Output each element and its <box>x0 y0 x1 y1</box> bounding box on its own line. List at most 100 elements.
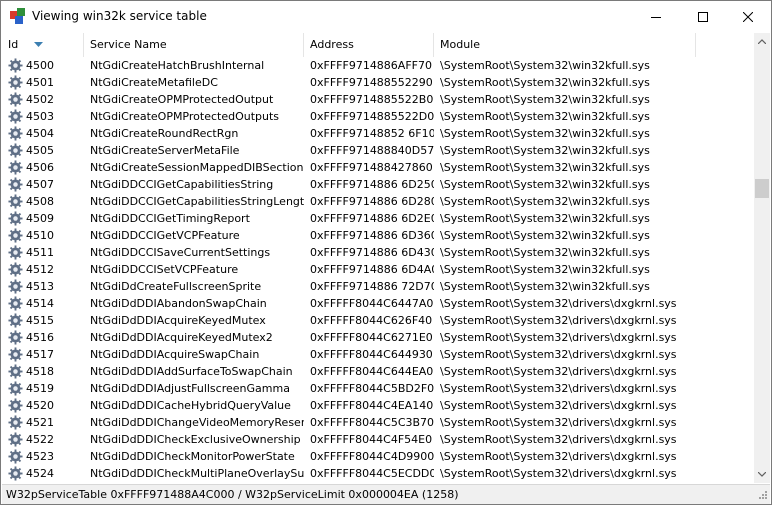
table-row[interactable]: 4522 NtGdiDdDDICheckExclusiveOwnership 0xF… <box>2 431 754 448</box>
cell-module: \SystemRoot\System32\drivers\dxgkrnl.sys <box>440 416 677 429</box>
cell-service-name: NtGdiDdDDICacheHybridQueryValue <box>90 399 291 412</box>
cell-service-name: NtGdiDdCreateFullscreenSprite <box>90 280 262 293</box>
chevron-up-icon <box>758 39 766 44</box>
cell-address: 0xFFFF9714885522B0 <box>310 93 434 106</box>
minimize-button[interactable] <box>633 1 679 32</box>
cell-address: 0xFFFF9714886 6D2E0 <box>310 212 434 225</box>
column-header-address[interactable]: Address <box>304 33 434 57</box>
cell-id: 4510 <box>26 229 54 242</box>
table-row[interactable]: 4515 NtGdiDdDDIAcquireKeyedMutex 0xFFFFF80… <box>2 312 754 329</box>
table-row[interactable]: 4500 NtGdiCreateHatchBrushInternal 0xFFFF9… <box>2 57 754 74</box>
table-row[interactable]: 4510 NtGdiDDCCIGetVCPFeature 0xFFFF9714886… <box>2 227 754 244</box>
cell-service-name: NtGdiDDCCISaveCurrentSettings <box>90 246 271 259</box>
table-row[interactable]: 4505 NtGdiCreateServerMetaFile 0xFFFF97148… <box>2 142 754 159</box>
column-header-module[interactable]: Module <box>434 33 696 57</box>
cell-id: 4512 <box>26 263 54 276</box>
cell-module: \SystemRoot\System32\win32kfull.sys <box>440 195 650 208</box>
scrollbar-thumb[interactable] <box>755 179 769 198</box>
resize-grip-icon[interactable] <box>754 488 768 502</box>
cell-service-name: NtGdiCreateOPMProtectedOutput <box>90 93 274 106</box>
table-row[interactable]: 4511 NtGdiDDCCISaveCurrentSettings 0xFFFF9… <box>2 244 754 261</box>
table-row[interactable]: 4519 NtGdiDdDDIAdjustFullscreenGamma 0xFFF… <box>2 380 754 397</box>
column-header: Id Service Name Address Module <box>2 33 754 57</box>
cell-address: 0xFFFF9714886 6D360 <box>310 229 434 242</box>
service-list-view[interactable]: Id Service Name Address Module 4500 NtGdi… <box>2 33 770 483</box>
cell-id: 4501 <box>26 76 54 89</box>
cell-service-name: NtGdiDdDDIAcquireKeyedMutex <box>90 314 266 327</box>
cell-service-name: NtGdiDdDDIAbandonSwapChain <box>90 297 267 310</box>
cell-address: 0xFFFFF8044C4F54E0 <box>310 433 433 446</box>
cell-id: 4503 <box>26 110 54 123</box>
table-row[interactable]: 4514 NtGdiDdDDIAbandonSwapChain 0xFFFFF804… <box>2 295 754 312</box>
cell-service-name: NtGdiCreateRoundRectRgn <box>90 127 239 140</box>
column-header-label: Service Name <box>90 38 167 51</box>
cell-service-name: NtGdiDdDDIAdjustFullscreenGamma <box>90 382 290 395</box>
cell-service-name: NtGdiDdDDIAcquireKeyedMutex2 <box>90 331 273 344</box>
column-header-id[interactable]: Id <box>2 33 84 57</box>
cell-service-name: NtGdiCreateServerMetaFile <box>90 144 240 157</box>
maximize-button[interactable] <box>680 1 726 32</box>
cell-id: 4524 <box>26 467 54 480</box>
cell-id: 4520 <box>26 399 54 412</box>
cell-module: \SystemRoot\System32\win32kfull.sys <box>440 127 650 140</box>
cell-id: 4513 <box>26 280 54 293</box>
table-row[interactable]: 4504 NtGdiCreateRoundRectRgn 0xFFFF9714885… <box>2 125 754 142</box>
table-row[interactable]: 4518 NtGdiDdDDIAddSurfaceToSwapChain 0xFFF… <box>2 363 754 380</box>
cell-address: 0xFFFFF8044C626F40 <box>310 314 433 327</box>
cell-module: \SystemRoot\System32\win32kfull.sys <box>440 76 650 89</box>
cell-id: 4507 <box>26 178 54 191</box>
cell-module: \SystemRoot\System32\win32kfull.sys <box>440 280 650 293</box>
table-row[interactable]: 4503 NtGdiCreateOPMProtectedOutputs 0xFFFF… <box>2 108 754 125</box>
cell-id: 4500 <box>26 59 54 72</box>
table-row[interactable]: 4506 NtGdiCreateSessionMappedDIBSection 0x… <box>2 159 754 176</box>
cell-module: \SystemRoot\System32\drivers\dxgkrnl.sys <box>440 314 677 327</box>
scroll-up-button[interactable] <box>754 33 770 50</box>
cell-module: \SystemRoot\System32\drivers\dxgkrnl.sys <box>440 433 677 446</box>
close-button[interactable] <box>725 1 771 32</box>
table-row[interactable]: 4516 NtGdiDdDDIAcquireKeyedMutex2 0xFFFFF8… <box>2 329 754 346</box>
cell-module: \SystemRoot\System32\win32kfull.sys <box>440 110 650 123</box>
column-header-service-name[interactable]: Service Name <box>84 33 304 57</box>
cell-service-name: NtGdiDDCCIGetCapabilitiesStringLength <box>90 195 304 208</box>
cell-address: 0xFFFFF8044C5ECDD0 <box>310 467 434 480</box>
table-row[interactable]: 4512 NtGdiDDCCISetVCPFeature 0xFFFF9714886… <box>2 261 754 278</box>
cell-id: 4505 <box>26 144 54 157</box>
cell-service-name: NtGdiDdDDIChangeVideoMemoryReserv... <box>90 416 304 429</box>
table-row[interactable]: 4502 NtGdiCreateOPMProtectedOutput 0xFFFF9… <box>2 91 754 108</box>
cell-id: 4502 <box>26 93 54 106</box>
cell-address: 0xFFFFF8044C644EA0 <box>310 365 434 378</box>
table-row[interactable]: 4520 NtGdiDdDDICacheHybridQueryValue 0xFFF… <box>2 397 754 414</box>
cell-id: 4518 <box>26 365 54 378</box>
table-row[interactable]: 4523 NtGdiDdDDICheckMonitorPowerState 0xFF… <box>2 448 754 465</box>
cell-address: 0xFFFF971488840D570 <box>310 144 434 157</box>
cell-id: 4519 <box>26 382 54 395</box>
maximize-icon <box>698 11 708 22</box>
cell-service-name: NtGdiCreateMetafileDC <box>90 76 218 89</box>
window-title: Viewing win32k service table <box>32 9 207 23</box>
cell-service-name: NtGdiDdDDIAddSurfaceToSwapChain <box>90 365 293 378</box>
cell-address: 0xFFFF9714886 6D250 <box>310 178 434 191</box>
table-row[interactable]: 4508 NtGdiDDCCIGetCapabilitiesStringLengt… <box>2 193 754 210</box>
table-row[interactable]: 4517 NtGdiDdDDIAcquireSwapChain 0xFFFFF804… <box>2 346 754 363</box>
table-row[interactable]: 4513 NtGdiDdCreateFullscreenSprite 0xFFFF9… <box>2 278 754 295</box>
cell-service-name: NtGdiCreateHatchBrushInternal <box>90 59 265 72</box>
cell-id: 4515 <box>26 314 54 327</box>
table-row[interactable]: 4509 NtGdiDDCCIGetTimingReport 0xFFFF97148… <box>2 210 754 227</box>
cell-module: \SystemRoot\System32\win32kfull.sys <box>440 178 650 191</box>
cell-module: \SystemRoot\System32\drivers\dxgkrnl.sys <box>440 399 677 412</box>
table-row[interactable]: 4501 NtGdiCreateMetafileDC 0xFFFF971488552… <box>2 74 754 91</box>
vertical-scrollbar[interactable] <box>754 33 770 483</box>
cell-address: 0xFFFF971488552290 <box>310 76 433 89</box>
cell-service-name: NtGdiDDCCISetVCPFeature <box>90 263 239 276</box>
cell-id: 4514 <box>26 297 54 310</box>
cell-address: 0xFFFFF8044C4D9900 <box>310 450 434 463</box>
table-row[interactable]: 4507 NtGdiDDCCIGetCapabilitiesString 0xFFF… <box>2 176 754 193</box>
scroll-down-button[interactable] <box>754 466 770 483</box>
cell-address: 0xFFFF9714885522D0 <box>310 110 434 123</box>
table-row[interactable]: 4524 NtGdiDdDDICheckMultiPlaneOverlaySup.… <box>2 465 754 482</box>
title-bar[interactable]: Viewing win32k service table <box>1 1 771 32</box>
column-header-label: Address <box>310 38 354 51</box>
cell-service-name: NtGdiDDCCIGetCapabilitiesString <box>90 178 274 191</box>
table-row[interactable]: 4521 NtGdiDdDDIChangeVideoMemoryReserv...… <box>2 414 754 431</box>
cell-id: 4506 <box>26 161 54 174</box>
